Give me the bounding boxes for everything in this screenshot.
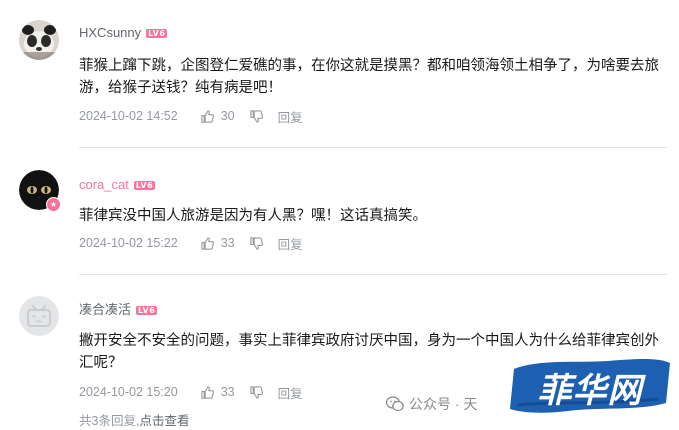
comment-meta: 2024-10-02 15:20 33 回复 <box>79 383 303 401</box>
verified-badge-icon: ★ <box>46 197 61 212</box>
divider <box>79 274 667 275</box>
thumbs-down-icon <box>249 109 263 123</box>
watermark-text: 公众号 · 天 <box>409 396 478 412</box>
avatar-hxcsunny[interactable] <box>19 20 59 60</box>
username[interactable]: cora_cat LV6 <box>79 177 156 193</box>
wechat-icon <box>386 396 404 412</box>
username[interactable]: HXCsunny LV6 <box>79 25 168 41</box>
username-text[interactable]: 凑合凑活 <box>79 302 131 317</box>
username[interactable]: 凑合凑活 LV6 <box>79 302 158 318</box>
comment-text: 菲猴上蹿下跳，企图登仁爱礁的事，在你这就是摸黑？都和咱领海领土相争了，为啥要去旅… <box>79 58 659 96</box>
like-count: 33 <box>220 236 235 250</box>
username-text[interactable]: cora_cat <box>79 177 129 192</box>
thumbs-down-icon <box>249 385 263 399</box>
dislike-button[interactable] <box>249 385 264 400</box>
thumbs-up-icon <box>201 385 214 399</box>
divider <box>79 147 667 148</box>
level-badge: LV6 <box>146 29 168 38</box>
thumbs-up-icon <box>201 109 214 123</box>
wechat-watermark: 公众号 · 天 <box>386 394 477 414</box>
reply-button[interactable]: 回复 <box>278 234 303 253</box>
avatar-cora-cat[interactable]: ★ <box>19 170 61 212</box>
level-badge: LV6 <box>136 306 158 315</box>
logo-text: 菲华网 <box>537 371 643 411</box>
feihua-logo: 菲华网 <box>508 355 672 417</box>
dislike-button[interactable] <box>249 236 264 251</box>
thumbs-down-icon <box>249 236 263 250</box>
comment-time: 2024-10-02 15:20 <box>79 385 178 399</box>
reply-summary: 共3条回复,点击查看 <box>79 410 189 429</box>
like-count: 33 <box>220 385 235 399</box>
comment-time: 2024-10-02 15:22 <box>79 236 178 250</box>
like-button[interactable]: 33 <box>200 236 235 251</box>
reply-button[interactable]: 回复 <box>278 383 303 402</box>
avatar-default[interactable] <box>19 296 59 336</box>
reply-button[interactable]: 回复 <box>278 107 303 126</box>
comment-text: 菲律宾没中国人旅游是因为有人黑？嘿！这话真搞笑。 <box>79 208 427 224</box>
comment-time: 2024-10-02 14:52 <box>79 109 178 123</box>
thumbs-up-icon <box>201 236 214 250</box>
dislike-button[interactable] <box>249 109 264 124</box>
like-button[interactable]: 33 <box>200 385 235 400</box>
level-badge: LV6 <box>133 181 156 190</box>
comment-meta: 2024-10-02 15:22 33 回复 <box>79 234 303 252</box>
like-count: 30 <box>220 109 235 123</box>
username-text[interactable]: HXCsunny <box>79 25 141 40</box>
view-replies-link[interactable]: 点击查看 <box>139 414 189 428</box>
reply-count-text: 共3条回复, <box>79 414 140 428</box>
like-button[interactable]: 30 <box>200 109 235 124</box>
comment-meta: 2024-10-02 14:52 30 回复 <box>79 107 303 125</box>
